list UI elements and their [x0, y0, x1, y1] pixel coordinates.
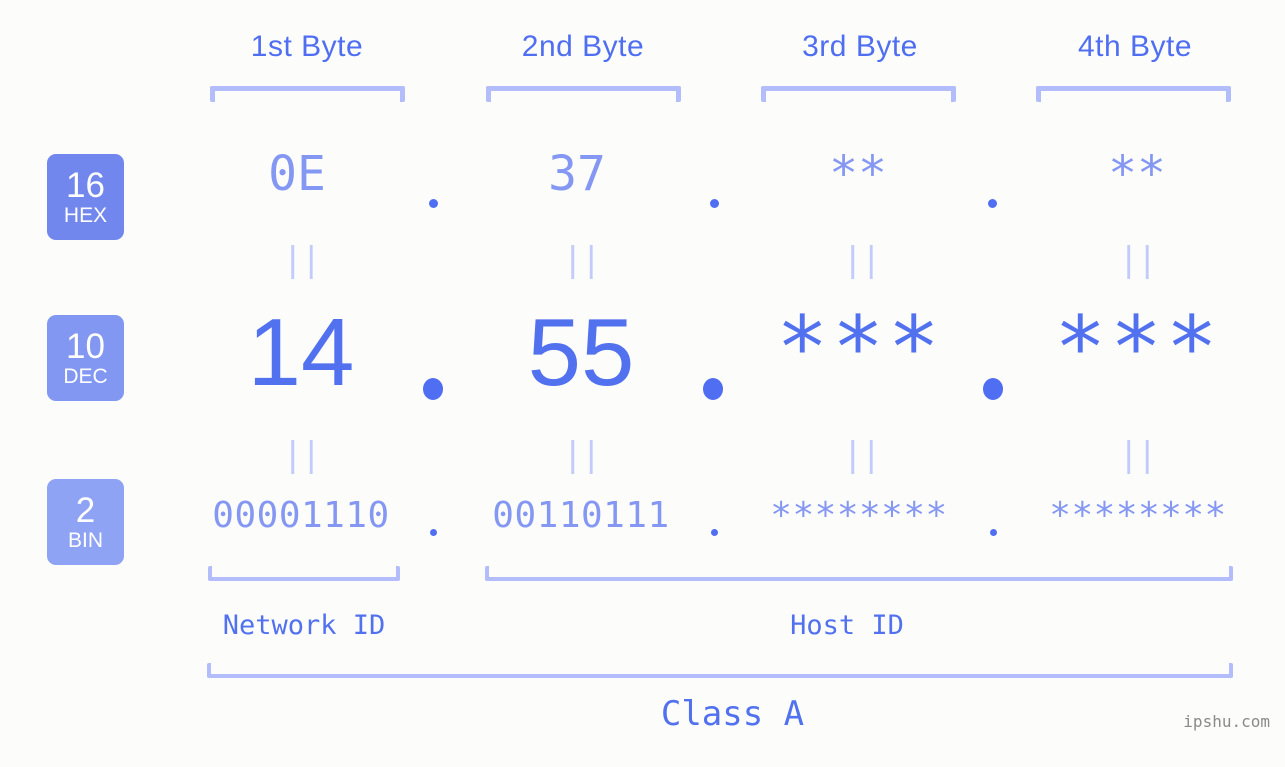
bin-byte-3: ********: [770, 495, 948, 536]
dec-byte-1: 14: [247, 299, 355, 406]
network-id-label: Network ID: [222, 610, 386, 641]
equality-marker-dec-bin-3: ||: [842, 435, 882, 475]
hex-byte-4: **: [1108, 146, 1166, 202]
base-badge-hex-name: HEX: [63, 204, 108, 227]
byte-bracket-4: [1036, 86, 1231, 102]
hex-byte-2: 37: [548, 146, 606, 202]
host-id-label: Host ID: [790, 610, 904, 641]
byte-heading-3: 3rd Byte: [802, 30, 918, 63]
bin-byte-2: 00110111: [492, 495, 670, 536]
byte-heading-4: 4th Byte: [1077, 30, 1193, 63]
bin-separator-dot-1: [430, 529, 437, 536]
byte-bracket-2: [486, 86, 681, 102]
bin-byte-4: ********: [1049, 495, 1227, 536]
base-badge-dec-number: 10: [66, 327, 105, 366]
byte-bracket-1: [210, 86, 405, 102]
base-badge-bin-number: 2: [75, 491, 96, 530]
equality-marker-dec-bin-1: ||: [282, 435, 322, 475]
bin-separator-dot-3: [990, 529, 997, 536]
byte-heading-1: 1st Byte: [250, 30, 364, 63]
dec-separator-dot-1: [423, 378, 443, 400]
equality-marker-hex-dec-3: ||: [842, 240, 882, 280]
base-badge-bin-name: BIN: [67, 529, 103, 552]
bin-separator-dot-2: [711, 529, 718, 536]
hex-byte-1: 0E: [268, 146, 326, 202]
equality-marker-hex-dec-4: ||: [1118, 240, 1158, 280]
dec-byte-3: ***: [776, 298, 944, 398]
host-id-bracket: [485, 566, 1233, 581]
equality-marker-hex-dec-2: ||: [562, 240, 602, 280]
hex-byte-3: **: [829, 146, 887, 202]
dec-byte-4: ***: [1054, 298, 1222, 398]
class-label: Class A: [660, 694, 805, 734]
base-badge-dec-name: DEC: [63, 365, 108, 388]
dec-separator-dot-3: [983, 378, 1003, 400]
class-bracket: [207, 663, 1233, 678]
hex-separator-dot-3: [988, 199, 997, 208]
base-badge-dec: 10 DEC: [47, 315, 124, 401]
base-badge-hex: 16 HEX: [47, 154, 124, 240]
base-badge-bin: 2 BIN: [47, 479, 124, 565]
watermark: ipshu.com: [1183, 712, 1270, 731]
network-id-bracket: [208, 566, 400, 581]
dec-byte-2: 55: [527, 299, 635, 406]
byte-bracket-3: [761, 86, 956, 102]
equality-marker-dec-bin-2: ||: [562, 435, 602, 475]
bin-byte-1: 00001110: [212, 495, 390, 536]
hex-separator-dot-2: [710, 199, 719, 208]
equality-marker-dec-bin-4: ||: [1118, 435, 1158, 475]
ip-breakdown-diagram: 1st Byte 2nd Byte 3rd Byte 4th Byte 16 H…: [0, 0, 1285, 767]
hex-separator-dot-1: [429, 199, 438, 208]
byte-heading-2: 2nd Byte: [521, 30, 645, 63]
equality-marker-hex-dec-1: ||: [282, 240, 322, 280]
base-badge-hex-number: 16: [66, 166, 105, 205]
dec-separator-dot-2: [703, 378, 723, 400]
